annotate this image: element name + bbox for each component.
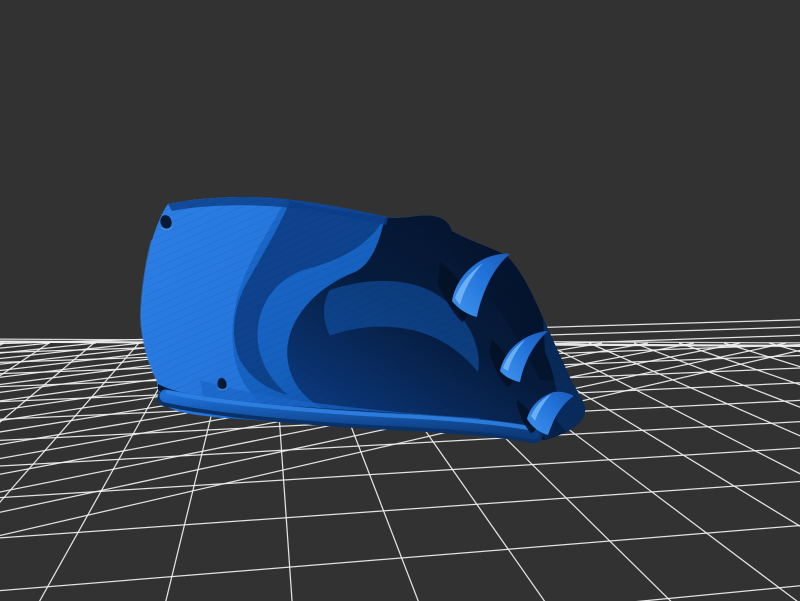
model-3d-spiked-shell[interactable] [0,0,800,601]
viewport-3d[interactable] [0,0,800,601]
